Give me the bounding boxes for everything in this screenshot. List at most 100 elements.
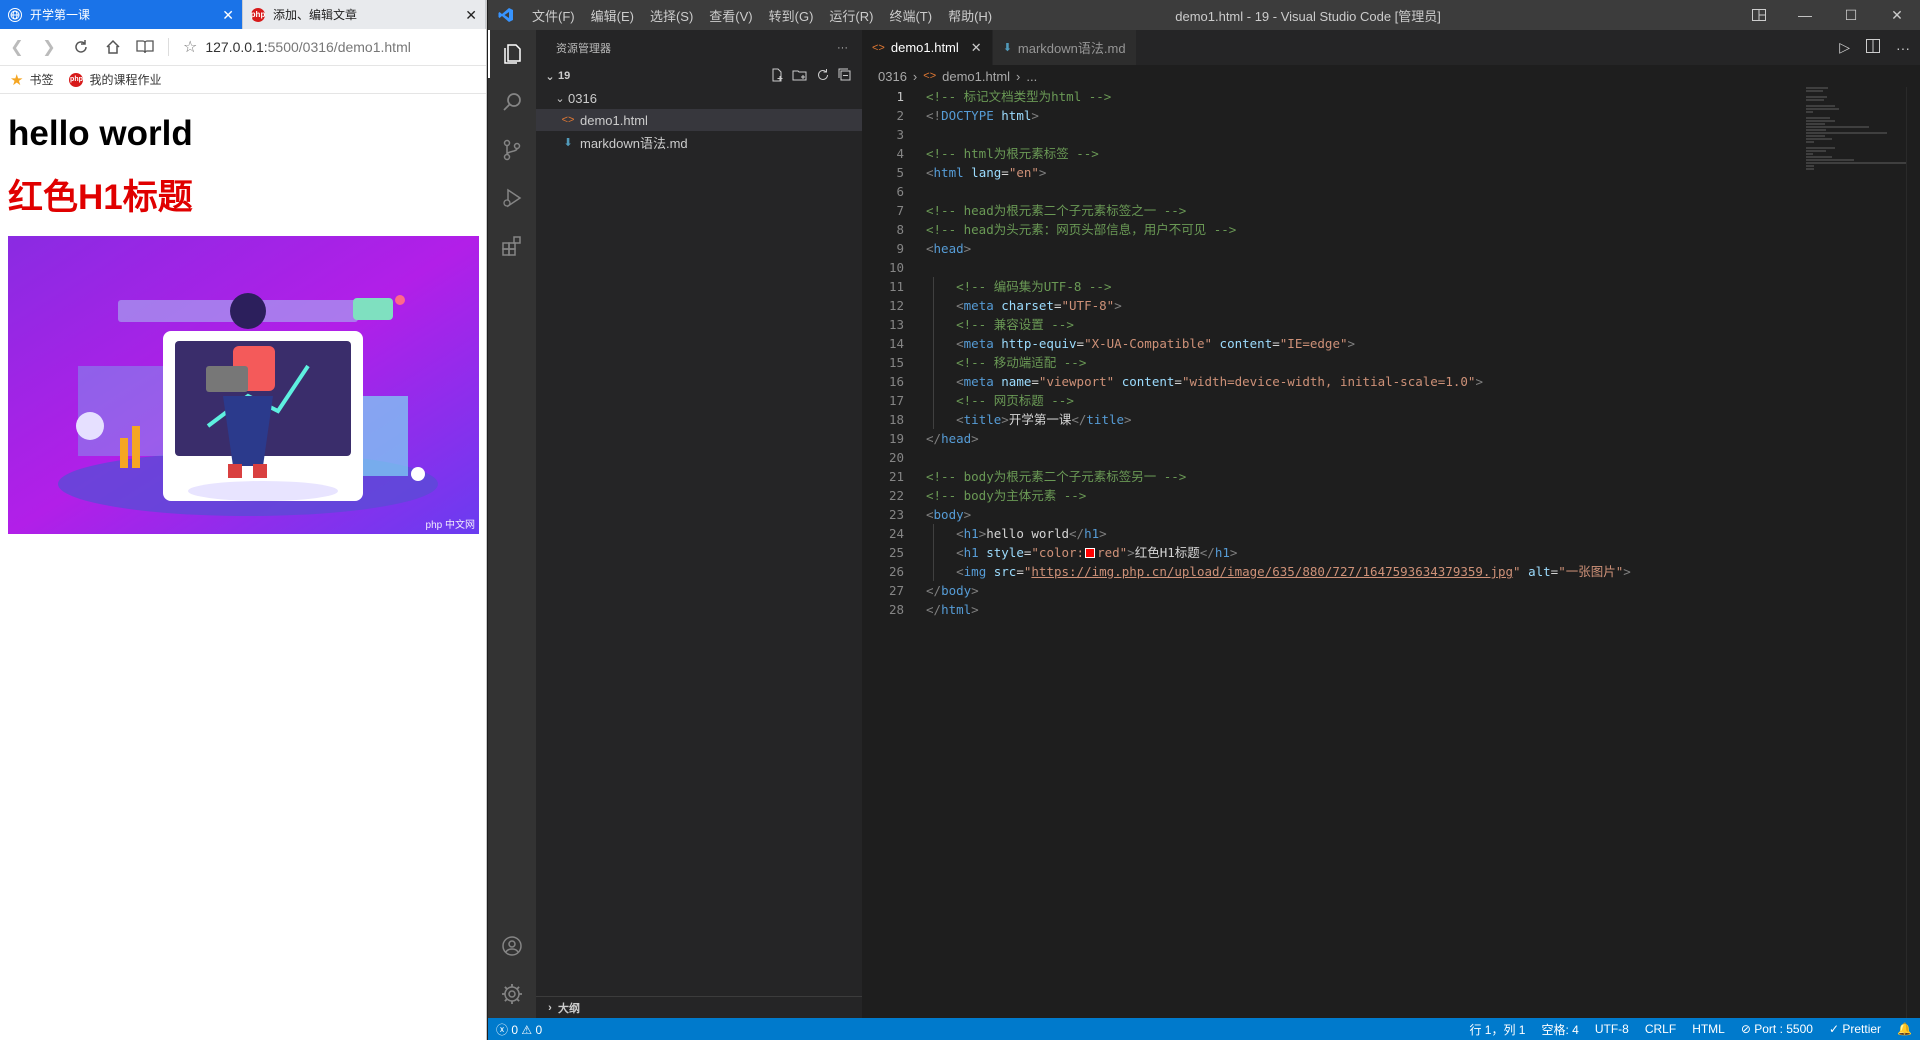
bookmark-star-icon[interactable]: ☆ [183,37,197,57]
menu-file[interactable]: 文件(F) [524,6,583,25]
notifications-icon[interactable]: 🔔 [1897,1022,1912,1036]
folder-row[interactable]: ⌄ 0316 [536,87,862,109]
forward-icon[interactable]: ❯ [40,38,58,56]
bookmark-item[interactable]: php 我的课程作业 [69,71,161,88]
menu-view[interactable]: 查看(V) [701,6,760,25]
code-line[interactable]: 12 <meta charset="UTF-8"> [862,296,1862,315]
code-line[interactable]: 3 [862,125,1862,144]
code-line[interactable]: 7 <!-- head为根元素二个子元素标签之一 --> [862,201,1862,220]
code-line[interactable]: 19 </head> [862,429,1862,448]
maximize-icon[interactable]: ☐ [1828,0,1874,30]
line-number: 18 [888,412,904,427]
minimap-line [1806,105,1835,107]
close-icon[interactable]: ✕ [465,8,477,22]
code-line[interactable]: 16 <meta name="viewport" content="width=… [862,372,1862,391]
breadcrumb-more[interactable]: ... [1026,69,1037,84]
back-icon[interactable]: ❮ [8,38,26,56]
problems-indicator[interactable]: ⓧ 0 ⚠ 0 [496,1021,542,1038]
code-token: <!-- head为根元素二个子元素标签之一 --> [926,203,1187,218]
explorer-icon[interactable] [488,30,536,78]
code-line[interactable]: 24 <h1>hello world</h1> [862,524,1862,543]
code-text: </body> [904,581,979,600]
file-row-demo1[interactable]: <> demo1.html [536,109,862,131]
color-swatch[interactable] [1085,548,1096,558]
reload-icon[interactable] [72,38,90,56]
editor-tab-markdown[interactable]: ⬇ markdown语法.md [992,30,1137,65]
cursor-position[interactable]: 行 1，列 1 [1469,1021,1525,1038]
outline-section[interactable]: › 大纲 [536,996,862,1018]
code-token: <!-- body为根元素二个子元素标签另一 --> [926,469,1187,484]
close-icon[interactable]: ✕ [222,8,234,22]
code-line[interactable]: 5 <html lang="en"> [862,163,1862,182]
extensions-icon[interactable] [488,222,536,270]
minimap-line [1806,135,1825,137]
address-bar[interactable]: ☆ 127.0.0.1:5500/0316/demo1.html [183,37,478,57]
code-line[interactable]: 15 <!-- 移动端适配 --> [862,353,1862,372]
code-line[interactable]: 10 [862,258,1862,277]
new-file-icon[interactable] [770,68,784,85]
reading-mode-icon[interactable] [136,38,154,56]
code-line[interactable]: 11 <!-- 编码集为UTF-8 --> [862,277,1862,296]
code-line[interactable]: 22 <!-- body为主体元素 --> [862,486,1862,505]
code-line[interactable]: 1 <!-- 标记文档类型为html --> [862,87,1862,106]
layout-icon[interactable] [1736,0,1782,30]
indentation[interactable]: 空格: 4 [1542,1021,1579,1038]
browser-tab-active[interactable]: 开学第一课 ✕ [0,0,243,29]
source-control-icon[interactable] [488,126,536,174]
end-of-line[interactable]: CRLF [1645,1022,1676,1036]
search-icon[interactable] [488,78,536,126]
breadcrumb-folder[interactable]: 0316 [878,69,907,84]
breadcrumb-file[interactable]: demo1.html [942,69,1010,84]
more-actions-icon[interactable]: ··· [837,42,848,54]
code-line[interactable]: 14 <meta http-equiv="X-UA-Compatible" co… [862,334,1862,353]
code-line[interactable]: 28 </html> [862,600,1862,619]
editor-scrollbar[interactable] [1906,87,1920,1018]
language-mode[interactable]: HTML [1692,1022,1725,1036]
split-editor-icon[interactable] [1866,39,1880,56]
menu-help[interactable]: 帮助(H) [940,6,1000,25]
code-editor[interactable]: 1 <!-- 标记文档类型为html --> 2 <!DOCTYPE html> 3 4 <… [862,87,1862,619]
menu-selection[interactable]: 选择(S) [642,6,701,25]
collapse-all-icon[interactable] [838,68,852,85]
account-icon[interactable] [488,922,536,970]
code-line[interactable]: 4 <!-- html为根元素标签 --> [862,144,1862,163]
live-server-port[interactable]: ⊘ Port : 5500 [1741,1022,1813,1036]
run-debug-icon[interactable] [488,174,536,222]
menu-run[interactable]: 运行(R) [821,6,881,25]
close-icon[interactable]: ✕ [1874,0,1920,30]
bookmark-item[interactable]: ★ 书签 [10,71,53,89]
code-line[interactable]: 21 <!-- body为根元素二个子元素标签另一 --> [862,467,1862,486]
code-line[interactable]: 26 <img src= "https://img.php.cn/upload/i… [862,562,1862,581]
editor-tab-demo1[interactable]: <> demo1.html ✕ [862,30,993,65]
menu-go[interactable]: 转到(G) [761,6,822,25]
code-line[interactable]: 13 <!-- 兼容设置 --> [862,315,1862,334]
new-folder-icon[interactable] [792,68,808,85]
code-line[interactable]: 6 [862,182,1862,201]
close-icon[interactable]: ✕ [971,40,982,56]
prettier-status[interactable]: ✓ Prettier [1829,1022,1881,1036]
file-row-markdown[interactable]: ⬇ markdown语法.md [536,131,862,153]
code-line[interactable]: 27 </body> [862,581,1862,600]
code-line[interactable]: 2 <!DOCTYPE html> [862,106,1862,125]
run-icon[interactable]: ▷ [1839,39,1850,56]
menu-terminal[interactable]: 终端(T) [881,6,940,25]
minimap[interactable] [1806,87,1906,170]
code-line[interactable]: 8 <!-- head为头元素：网页头部信息，用户不可见 --> [862,220,1862,239]
more-actions-icon[interactable]: ··· [1896,40,1910,56]
minimize-icon[interactable]: — [1782,0,1828,30]
home-icon[interactable] [104,38,122,56]
code-line[interactable]: 25 <h1 style="color: red">红色H1标题</h1> [862,543,1862,562]
code-token: meta [963,336,1002,351]
code-line[interactable]: 18 <title>开学第一课</title> [862,410,1862,429]
code-token: content [1121,374,1175,389]
browser-tab[interactable]: php 添加、编辑文章 ✕ [243,0,486,29]
workspace-root[interactable]: ⌄ 19 [536,65,862,87]
code-line[interactable]: 17 <!-- 网页标题 --> [862,391,1862,410]
menu-edit[interactable]: 编辑(E) [583,6,642,25]
code-line[interactable]: 9 <head> [862,239,1862,258]
code-line[interactable]: 23 <body> [862,505,1862,524]
encoding[interactable]: UTF-8 [1595,1022,1629,1036]
code-line[interactable]: 20 [862,448,1862,467]
refresh-icon[interactable] [816,68,830,85]
gear-icon[interactable] [488,970,536,1018]
